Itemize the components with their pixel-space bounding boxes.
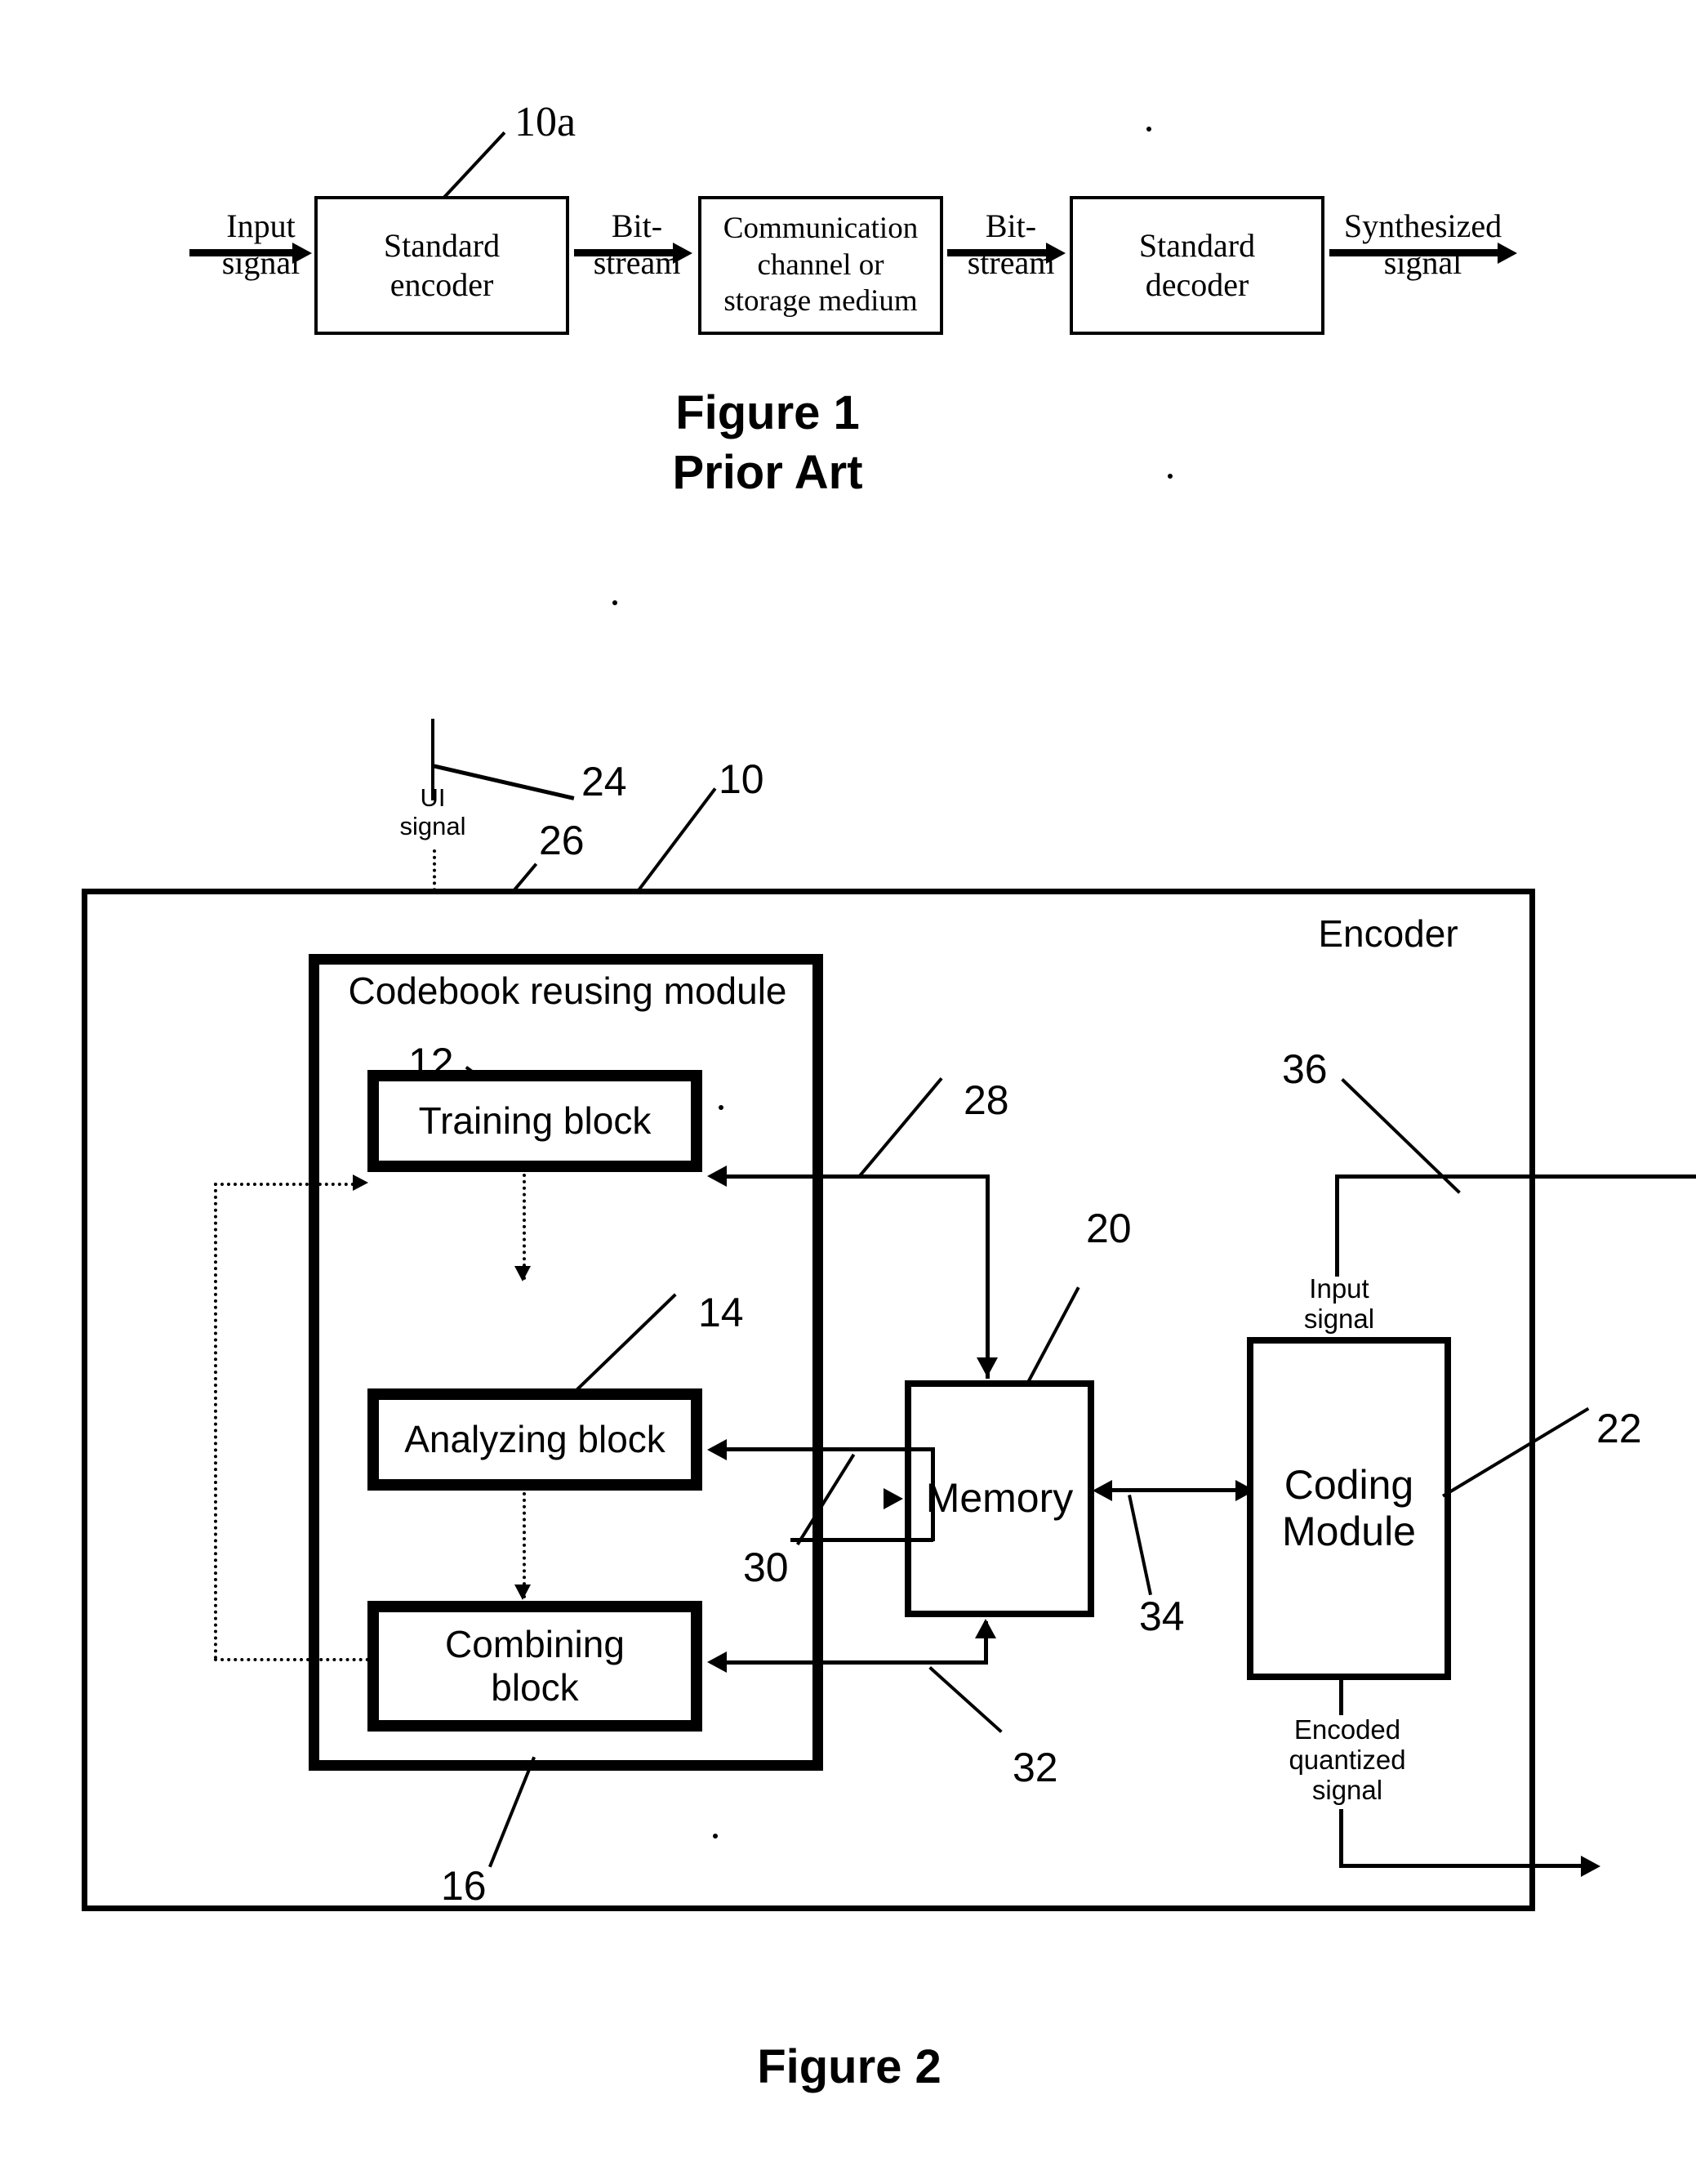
memory-to-training-vertical — [986, 1174, 990, 1379]
training-block-box: Training block — [367, 1070, 702, 1172]
figure-2-caption: Figure 2 — [757, 2040, 941, 2093]
reference-number-10: 10 — [719, 756, 764, 802]
scan-speck — [1168, 474, 1173, 479]
figure1-standard-encoder-box: Standard encoder — [314, 196, 569, 335]
memory-to-combining-horizontal — [719, 1660, 988, 1665]
input-signal-feed-horizontal — [1335, 1174, 1696, 1179]
analyzing-input-arrowhead — [707, 1439, 727, 1460]
reference-number-26: 26 — [539, 818, 585, 863]
analyzing-to-combining-line — [523, 1492, 526, 1598]
figure1-bitstream-arrow-line-1 — [574, 249, 676, 256]
patent-figure-page: 10a Input signal Standard encoder Bit- s… — [0, 0, 1696, 2184]
reference-number-32: 32 — [1013, 1745, 1058, 1790]
figure1-bitstream-arrowhead-1 — [673, 243, 692, 264]
reference-number-36: 36 — [1282, 1046, 1328, 1092]
encoded-output-horizontal — [1339, 1864, 1584, 1868]
feedback-loop-left-line — [214, 1183, 217, 1660]
figure1-input-arrowhead — [292, 243, 312, 264]
codebook-reusing-module-label: Codebook reusing module — [348, 969, 787, 1012]
coding-module-box: Coding Module — [1247, 1337, 1451, 1680]
encoded-output-stub — [1339, 1678, 1343, 1715]
scan-speck — [719, 1105, 723, 1110]
encoded-output-arrowhead — [1581, 1856, 1600, 1877]
memory-coding-link-line — [1104, 1488, 1247, 1492]
reference-number-30: 30 — [743, 1544, 789, 1590]
memory-bottom-arrowhead — [975, 1619, 996, 1638]
figure1-communication-channel-box: Communication channel or storage medium — [698, 196, 943, 335]
training-to-analyzing-arrowhead — [514, 1266, 531, 1281]
figure1-input-arrow-line — [189, 249, 296, 256]
figure1-synthesized-signal-label: Synthesized signal — [1343, 207, 1502, 281]
feedback-loop-arrowhead — [353, 1174, 368, 1191]
ui-signal-label: UI signal — [399, 783, 466, 840]
analyzing-to-combining-arrowhead — [514, 1585, 531, 1600]
figure1-bitstream-arrowhead-2 — [1046, 243, 1066, 264]
encoded-quantized-signal-label: Encoded quantized signal — [1289, 1714, 1406, 1805]
reference-number-10a: 10a — [514, 99, 576, 145]
reference-number-20: 20 — [1086, 1206, 1132, 1251]
input-signal-feed-vertical — [1335, 1174, 1339, 1277]
reference-number-16: 16 — [441, 1863, 487, 1909]
leader-line-10 — [635, 787, 717, 894]
training-input-arrowhead — [707, 1166, 727, 1187]
figure1-output-arrow-line — [1329, 249, 1501, 256]
leader-line-10a — [439, 131, 506, 203]
figure1-output-arrowhead — [1498, 243, 1517, 264]
feedback-loop-bottom-line — [214, 1658, 369, 1661]
training-to-analyzing-line — [523, 1174, 526, 1280]
memory-left-arrowhead — [884, 1488, 903, 1509]
memory-input-arrowhead — [977, 1357, 998, 1377]
combining-input-arrowhead — [707, 1651, 727, 1673]
figure-1-caption: Figure 1 Prior Art — [672, 386, 863, 499]
scan-speck — [713, 1834, 718, 1839]
reference-number-22: 22 — [1596, 1406, 1642, 1451]
scan-speck — [612, 600, 617, 605]
figure1-bitstream-arrow-line-2 — [947, 249, 1049, 256]
encoded-output-vertical — [1339, 1809, 1343, 1866]
scan-speck — [1146, 127, 1151, 131]
feedback-loop-top-line — [214, 1183, 361, 1186]
memory-to-analyzing-vertical — [931, 1447, 935, 1541]
analyzing-feed-horizontal — [790, 1538, 933, 1542]
memory-to-analyzing-horizontal — [719, 1447, 935, 1451]
reference-number-24: 24 — [581, 759, 627, 805]
reference-number-34: 34 — [1139, 1593, 1185, 1639]
figure2-input-signal-label: Input signal — [1303, 1273, 1375, 1334]
memory-right-arrowhead — [1093, 1480, 1112, 1501]
combining-block-box: Combining block — [367, 1601, 702, 1732]
reference-number-28: 28 — [964, 1077, 1009, 1123]
reference-number-14: 14 — [698, 1290, 744, 1335]
encoder-label: Encoder — [1318, 912, 1458, 955]
analyzing-block-box: Analyzing block — [367, 1388, 702, 1491]
memory-to-training-horizontal — [719, 1174, 990, 1179]
figure1-standard-decoder-box: Standard decoder — [1070, 196, 1324, 335]
